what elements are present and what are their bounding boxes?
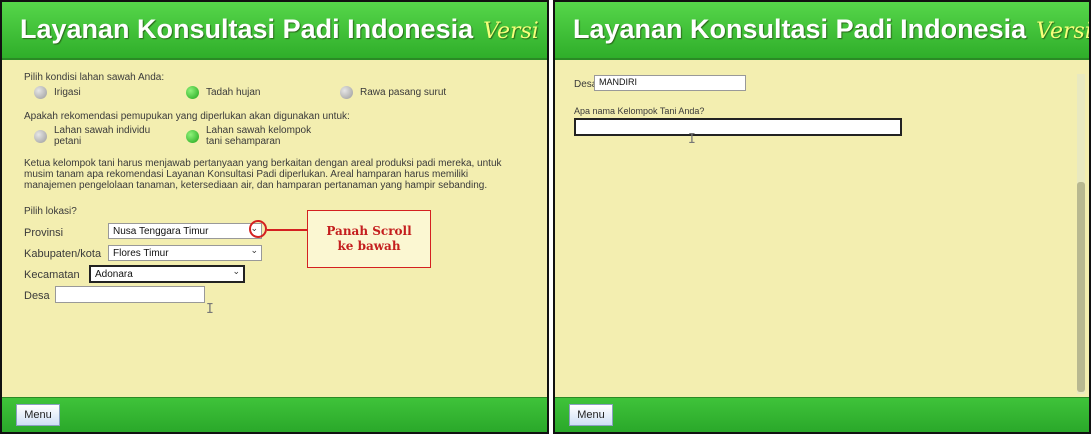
app-footer: Menu [2,397,547,432]
province-label: Provinsi [24,227,64,239]
radio-group-line2: tani sehamparan [206,136,281,147]
app-title-text: Layanan Konsultasi Padi Indonesia [573,14,1027,44]
radio-rawa-label: Rawa pasang surut [360,87,447,98]
district-label: Kecamatan [24,269,80,281]
app-title: Layanan Konsultasi Padi Indonesia Versi 1… [20,14,547,45]
chevron-down-icon: ⌄ [250,246,258,256]
village-input[interactable] [55,286,205,303]
farmer-group-question: Apa nama Kelompok Tani Anda? [574,106,705,116]
note-line: musim tanam apa rekomendasi Layanan Kons… [24,169,469,180]
note-line: manajemen pengelolaan tanaman, ketersedi… [24,180,488,191]
note-line: Ketua kelompok tani harus menjawab perta… [24,158,502,169]
app-title: Layanan Konsultasi Padi Indonesia Versi 1… [573,14,1091,45]
menu-button[interactable]: Menu [569,404,613,426]
radio-group-field[interactable] [186,130,199,143]
radio-individual-line2: petani [54,136,82,147]
group-leader-note: Ketua kelompok tani harus menjawab perta… [24,158,539,191]
radio-individual-label: Lahan sawah individu petani [54,125,150,147]
radio-irigasi-label: Irigasi [54,87,81,98]
right-screen: Layanan Konsultasi Padi Indonesia Versi 1… [553,0,1091,434]
scroll-arrow-highlight [249,220,267,238]
regency-select[interactable]: Flores Timur ⌄ [108,245,262,261]
app-header: Layanan Konsultasi Padi Indonesia Versi 1… [555,2,1089,60]
chevron-down-icon: ⌄ [232,267,240,277]
callout-line1: Panah Scroll [326,224,412,238]
province-select[interactable]: Nusa Tenggara Timur ⌄ [108,223,262,239]
app-title-text: Layanan Konsultasi Padi Indonesia [20,14,474,44]
district-select[interactable]: Adonara ⌄ [89,265,245,283]
radio-rawa-pasang-surut[interactable] [340,86,353,99]
regency-select-value: Flores Timur [113,247,169,259]
radio-group-line1: Lahan sawah kelompok [206,125,312,136]
village-label: Desa [24,290,50,302]
recommendation-use-question: Apakah rekomendasi pemupukan yang diperl… [24,111,350,122]
village-input[interactable]: MANDIRI [594,75,746,91]
location-prompt: Pilih lokasi? [24,206,77,217]
scroll-arrow-callout: Panah Scroll ke bawah [307,210,431,268]
scrollbar-thumb[interactable] [1077,182,1085,392]
app-version: Versi 1.0 [483,19,547,44]
province-select-value: Nusa Tenggara Timur [113,225,209,237]
radio-individual-field[interactable] [34,130,47,143]
radio-group-label: Lahan sawah kelompok tani sehamparan [206,125,311,147]
radio-tadah-hujan-label: Tadah hujan [206,87,261,98]
radio-individual-line1: Lahan sawah individu [54,125,151,136]
farmer-group-input[interactable] [574,118,902,136]
callout-line2: ke bawah [337,239,401,253]
app-header: Layanan Konsultasi Padi Indonesia Versi 1… [2,2,547,60]
land-condition-question: Pilih kondisi lahan sawah Anda: [24,72,165,83]
callout-connector [267,229,307,231]
radio-irigasi[interactable] [34,86,47,99]
app-version: Versi 1.0 [1036,19,1091,44]
text-cursor-icon: I [688,132,696,147]
regency-label: Kabupaten/kota [24,248,102,260]
menu-button[interactable]: Menu [16,404,60,426]
radio-tadah-hujan[interactable] [186,86,199,99]
left-screen: Layanan Konsultasi Padi Indonesia Versi 1… [0,0,549,434]
district-select-value: Adonara [95,268,133,280]
app-footer: Menu [555,397,1089,432]
text-cursor-icon: I [206,302,214,317]
